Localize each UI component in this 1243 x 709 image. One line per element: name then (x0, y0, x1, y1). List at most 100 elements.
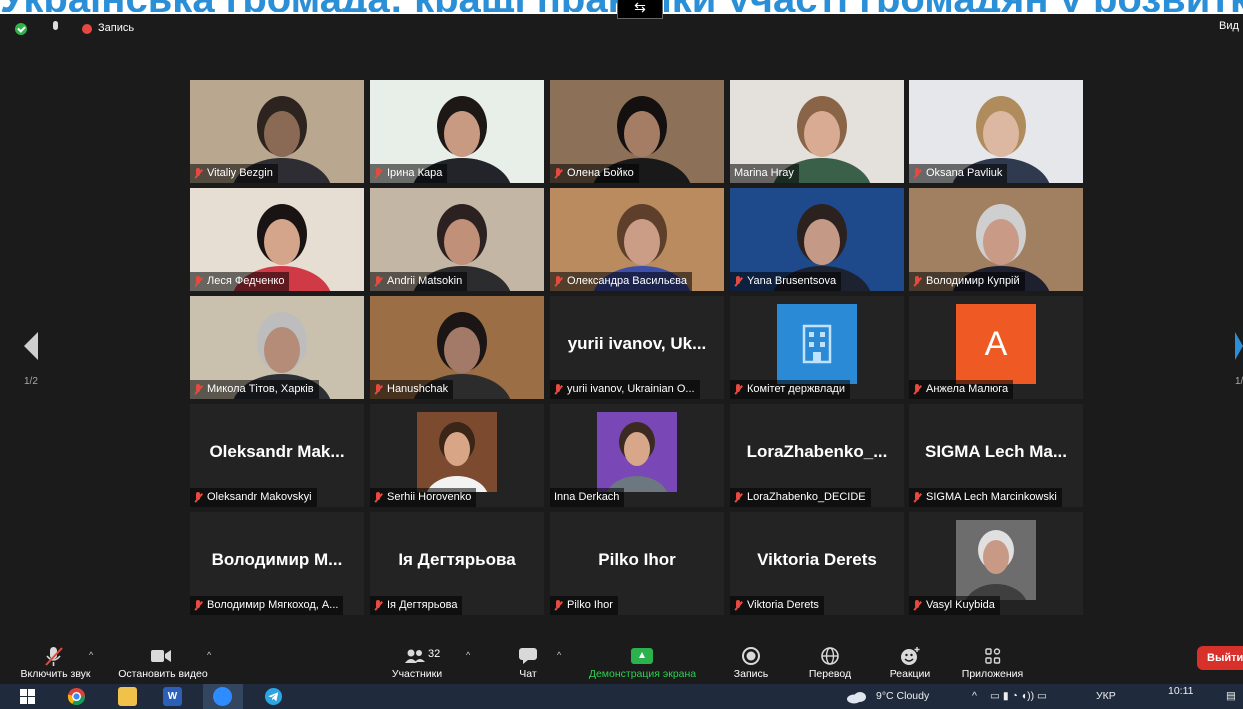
participant-tile[interactable]: Микола Тітов, Харків (190, 296, 364, 399)
telegram-icon[interactable] (264, 687, 283, 706)
reactions-button[interactable]: Реакции (880, 644, 940, 684)
notifications-icon[interactable]: ▤ (1226, 690, 1236, 702)
participant-tile[interactable]: LoraZhabenko_... LoraZhabenko_DECIDE (730, 404, 904, 507)
tray-chevron-icon[interactable]: ^ (972, 690, 977, 702)
stop-video-button[interactable]: Остановить видео (108, 644, 218, 684)
participant-name-label: Vitaliy Bezgin (190, 164, 278, 183)
input-language[interactable]: УКР (1096, 690, 1116, 702)
participant-name-label: Serhii Horovenko (370, 488, 477, 507)
participant-tile[interactable]: Marina Hray (730, 80, 904, 183)
zoom-taskbar-slot[interactable] (203, 684, 243, 709)
audio-options-caret-icon[interactable]: ^ (89, 650, 93, 660)
unmute-label: Включить звук (20, 668, 91, 680)
participant-name: SIGMA Lech Marcinkowski (926, 491, 1057, 503)
participant-name: Олександра Васильєва (567, 275, 688, 287)
participant-name: Viktoria Derets (747, 599, 819, 611)
participant-tile[interactable]: SIGMA Lech Ma... SIGMA Lech Marcinkowski (909, 404, 1083, 507)
record-button[interactable]: Запись (726, 644, 776, 684)
participants-count: 32 (428, 648, 441, 660)
participant-tile[interactable]: Serhii Horovenko (370, 404, 544, 507)
view-button[interactable]: Вид (1219, 20, 1243, 32)
tray-icons[interactable]: ▭ ▮ ◔ ◖)) ▭ (990, 690, 1047, 702)
weather-text[interactable]: 9°C Cloudy (876, 690, 929, 702)
globe-icon (821, 647, 839, 665)
chat-label: Чат (519, 668, 537, 680)
participants-icon (405, 649, 425, 663)
participant-name: Vasyl Kuybida (926, 599, 995, 611)
participant-name: LoraZhabenko_DECIDE (747, 491, 866, 503)
participant-name: Serhii Horovenko (387, 491, 472, 503)
muted-mic-icon (734, 384, 742, 395)
participant-tile[interactable]: Ія Дегтярьова Ія Дегтярьова (370, 512, 544, 615)
chat-button[interactable]: Чат (508, 644, 548, 684)
security-shield-icon[interactable] (15, 23, 27, 35)
participant-name-label: Vasyl Kuybida (909, 596, 1000, 615)
participant-name: Леся Федченко (207, 275, 285, 287)
participant-tile[interactable]: yurii ivanov, Uk... yurii ivanov, Ukraini… (550, 296, 724, 399)
participant-name-label: Hanushchak (370, 380, 454, 399)
top-center-tab[interactable]: ⇆ (617, 0, 663, 19)
participant-name: Pilko Ihor (567, 599, 613, 611)
video-options-caret-icon[interactable]: ^ (207, 650, 211, 660)
weather-cloud-icon (847, 692, 866, 704)
participant-name-label: Ірина Кара (370, 164, 448, 183)
participant-tile[interactable]: Vasyl Kuybida (909, 512, 1083, 615)
participant-name: Комітет держвлади (747, 383, 845, 395)
share-screen-button[interactable]: Демонстрация экрана (575, 644, 710, 684)
participant-tile[interactable]: Oleksandr Mak... Oleksandr Makovskyi (190, 404, 364, 507)
participant-name: Володимир Купрій (926, 275, 1020, 287)
participant-tile[interactable]: Yana Brusentsova (730, 188, 904, 291)
chat-caret-icon[interactable]: ^ (557, 650, 561, 660)
participant-tile[interactable]: Hanushchak (370, 296, 544, 399)
participant-display-name: Viktoria Derets (757, 550, 877, 569)
participant-tile[interactable]: Олександра Васильєва (550, 188, 724, 291)
muted-mic-icon (734, 492, 742, 503)
participant-tile[interactable]: A Анжела Малюга (909, 296, 1083, 399)
muted-mic-icon (374, 492, 382, 503)
muted-mic-icon (374, 384, 382, 395)
record-label: Запись (733, 668, 769, 680)
participant-tile[interactable]: Олена Бойко (550, 80, 724, 183)
participant-tile[interactable]: Ірина Кара (370, 80, 544, 183)
translate-label: Перевод (808, 668, 852, 680)
participant-name-label: Анжела Малюга (909, 380, 1014, 399)
word-icon[interactable]: W (163, 687, 182, 706)
participant-tile[interactable]: Володимир М... Володимир Мягкоход, А... (190, 512, 364, 615)
prev-page-arrow-icon[interactable] (24, 332, 38, 360)
translate-button[interactable]: Перевод (800, 644, 860, 684)
participant-name: Andrii Matsokin (387, 275, 463, 287)
file-explorer-icon[interactable] (118, 687, 137, 706)
participant-tile[interactable]: Inna Derkach (550, 404, 724, 507)
participant-tile[interactable]: Володимир Купрій (909, 188, 1083, 291)
muted-mic-icon (734, 276, 742, 287)
participant-tile[interactable]: Леся Федченко (190, 188, 364, 291)
participant-name-label: SIGMA Lech Marcinkowski (909, 488, 1062, 507)
profile-photo (597, 412, 677, 492)
participant-name: Marina Hray (734, 167, 794, 179)
muted-mic-icon (913, 492, 921, 503)
participant-tile[interactable]: Viktoria Derets Viktoria Derets (730, 512, 904, 615)
participant-name-label: LoraZhabenko_DECIDE (730, 488, 871, 507)
leave-button[interactable]: Выйти (1197, 646, 1243, 670)
windows-start-icon[interactable] (20, 689, 36, 705)
participant-tile[interactable]: Vitaliy Bezgin (190, 80, 364, 183)
muted-mic-icon (734, 600, 742, 611)
participant-tile[interactable]: Pilko Ihor Pilko Ihor (550, 512, 724, 615)
muted-mic-icon (554, 276, 562, 287)
apps-button[interactable]: Приложения (950, 644, 1035, 684)
participant-name: Yana Brusentsova (747, 275, 837, 287)
participants-button[interactable]: 32 Участники (382, 644, 452, 684)
chrome-icon[interactable] (67, 687, 86, 706)
participant-tile[interactable]: Andrii Matsokin (370, 188, 544, 291)
smiley-icon (901, 647, 920, 665)
participants-caret-icon[interactable]: ^ (466, 650, 470, 660)
next-page-arrow-icon[interactable] (1235, 332, 1243, 360)
record-icon (742, 647, 760, 665)
muted-mic-icon (374, 168, 382, 179)
windows-taskbar: W 9°C Cloudy ^ ▭ ▮ ◔ ◖)) ▭ УКР 10:11 ▤ (0, 684, 1243, 709)
clock-time[interactable]: 10:11 (1168, 685, 1194, 697)
participant-tile[interactable]: Комітет держвлади (730, 296, 904, 399)
page-indicator-right: 1/2 (1235, 376, 1243, 387)
page-indicator-left: 1/2 (24, 376, 38, 387)
participant-tile[interactable]: Oksana Pavliuk (909, 80, 1083, 183)
